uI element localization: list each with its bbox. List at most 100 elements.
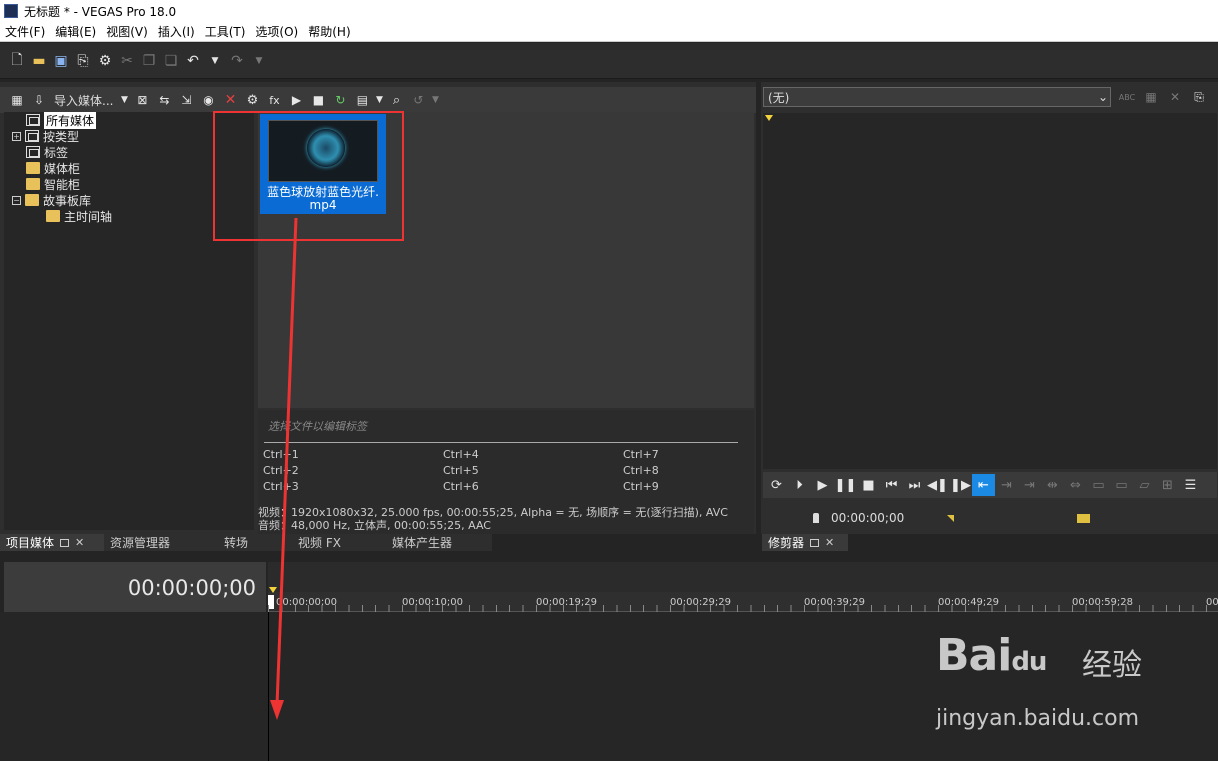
tab-project-media[interactable]: 项目媒体 ✕: [0, 534, 104, 551]
go-to-start-icon[interactable]: ⏮: [880, 474, 903, 496]
copy-icon[interactable]: ❐: [138, 50, 160, 72]
tab-trimmer[interactable]: 修剪器 ✕: [762, 534, 848, 551]
pause-icon[interactable]: ❚❚: [834, 474, 857, 496]
menu-file[interactable]: 文件(F): [0, 23, 50, 40]
tree-item-label: 主时间轴: [64, 209, 113, 224]
tab-explorer[interactable]: 资源管理器: [104, 534, 218, 551]
paste-icon[interactable]: ❏: [160, 50, 182, 72]
cut-icon[interactable]: ✂: [116, 50, 138, 72]
add-to-timeline-icon[interactable]: ⇥: [995, 474, 1018, 496]
folder-icon: [25, 194, 39, 206]
tree-item-smart-bin[interactable]: 智能柜: [26, 176, 80, 192]
tree-item-storyboard[interactable]: − 故事板库: [12, 192, 91, 208]
menu-view[interactable]: 视图(V): [101, 23, 153, 40]
add-before-icon[interactable]: ⇥: [1018, 474, 1041, 496]
get-media-icon[interactable]: ⇆: [153, 89, 175, 111]
import-dropdown-icon[interactable]: ▼: [117, 89, 131, 111]
close-icon[interactable]: ✕: [825, 536, 834, 549]
shortcut-label: Ctrl+3: [263, 480, 299, 493]
menu-options[interactable]: 选项(O): [250, 23, 303, 40]
menu-edit[interactable]: 编辑(E): [50, 23, 101, 40]
tab-media-generators[interactable]: 媒体产生器: [386, 534, 492, 551]
new-icon[interactable]: 🗋: [6, 50, 28, 72]
dock-icon[interactable]: ⎘: [1187, 87, 1211, 107]
folder-icon: [26, 178, 40, 190]
next-frame-icon[interactable]: ❚▶: [949, 474, 972, 496]
settings-icon[interactable]: ⚙: [94, 50, 116, 72]
menu-help[interactable]: 帮助(H): [303, 23, 355, 40]
tree-item-media-bin[interactable]: 媒体柜: [26, 160, 80, 176]
remove-icon[interactable]: ✕: [219, 89, 241, 111]
collapse-icon[interactable]: −: [12, 195, 21, 205]
web-icon[interactable]: ◉: [197, 89, 219, 111]
render-icon[interactable]: ⎘: [72, 50, 94, 72]
tree-item-by-type[interactable]: + 按类型: [12, 128, 79, 144]
media-stack-icon: [25, 130, 39, 142]
refresh-icon[interactable]: ↺: [407, 89, 429, 111]
loop-icon[interactable]: ⟳: [765, 474, 788, 496]
menu-tools[interactable]: 工具(T): [200, 23, 251, 40]
tab-video-fx[interactable]: 视频 FX: [292, 534, 386, 551]
tree-item-tags[interactable]: 标签: [26, 144, 68, 160]
stop-icon[interactable]: ■: [857, 474, 880, 496]
in-marker-icon[interactable]: [947, 514, 954, 522]
snapshot-icon[interactable]: ▭: [1087, 474, 1110, 496]
refresh-dropdown-icon[interactable]: ▼: [429, 89, 441, 111]
go-to-end-icon[interactable]: ⏭: [903, 474, 926, 496]
add-after-icon[interactable]: ⇹: [1041, 474, 1064, 496]
marker-icon: [269, 587, 277, 593]
trim-mode-icon[interactable]: ⇤: [972, 474, 995, 496]
play-icon[interactable]: ▶: [811, 474, 834, 496]
expand-icon[interactable]: +: [12, 131, 21, 141]
abc-icon[interactable]: ABC: [1115, 87, 1139, 107]
comment-icon[interactable]: ▱: [1133, 474, 1156, 496]
trimmer-preview[interactable]: [763, 113, 1217, 469]
out-marker-icon[interactable]: [1077, 513, 1090, 523]
clear-icon[interactable]: ✕: [1163, 87, 1187, 107]
folder-icon: [46, 210, 60, 222]
tree-item-label: 故事板库: [43, 193, 92, 208]
float-window-icon[interactable]: [810, 538, 820, 547]
undo-dropdown-icon[interactable]: ▼: [204, 50, 226, 72]
properties-icon[interactable]: ⚙: [241, 89, 263, 111]
ruler-ticks: [268, 605, 1218, 612]
tab-transitions[interactable]: 转场: [218, 534, 292, 551]
open-icon[interactable]: ▬: [28, 50, 50, 72]
media-view-icon[interactable]: ▦: [6, 89, 28, 111]
marker-bar[interactable]: [268, 562, 1218, 592]
views-dropdown-icon[interactable]: ▼: [373, 89, 385, 111]
tab-label: 项目媒体: [6, 536, 55, 550]
float-window-icon[interactable]: [60, 538, 70, 547]
search-icon[interactable]: ⌕: [385, 89, 407, 111]
import-media-button[interactable]: 导入媒体...: [50, 92, 117, 109]
play-from-start-icon[interactable]: ⏵: [788, 474, 811, 496]
fit-icon[interactable]: ⇔: [1064, 474, 1087, 496]
cursor-pin-icon: [813, 513, 819, 523]
import-media-icon[interactable]: ⇩: [28, 89, 50, 111]
fx-icon[interactable]: fx: [263, 89, 285, 111]
copy-snapshot-icon[interactable]: ▭: [1110, 474, 1133, 496]
views-icon[interactable]: ▤: [351, 89, 373, 111]
close-icon[interactable]: ✕: [75, 536, 84, 549]
menu-insert[interactable]: 插入(I): [153, 23, 200, 40]
timeline-ruler[interactable]: 00:00:00;00 00:00:10;00 00:00:19;29 00:0…: [268, 562, 1218, 612]
trimmer-media-select[interactable]: (无) ⌄: [763, 87, 1111, 107]
play-icon[interactable]: ▶: [285, 89, 307, 111]
trimmer-panel: (无) ⌄ ABC ▦ ✕ ⎘ ⟳ ⏵ ▶ ❚❚ ■ ⏮ ⏭ ◀❚ ❚▶ ⇤ ⇥…: [761, 82, 1218, 534]
undo-icon[interactable]: ↶: [182, 50, 204, 72]
auto-preview-icon[interactable]: ↻: [329, 89, 351, 111]
previous-frame-icon[interactable]: ◀❚: [926, 474, 949, 496]
redo-dropdown-icon[interactable]: ▼: [248, 50, 270, 72]
tree-item-label: 媒体柜: [44, 161, 81, 176]
redo-icon[interactable]: ↷: [226, 50, 248, 72]
stop-icon[interactable]: ■: [307, 89, 329, 111]
menu-icon[interactable]: ☰: [1179, 474, 1202, 496]
split-icon[interactable]: ⊞: [1156, 474, 1179, 496]
tab-label: 转场: [224, 536, 249, 550]
properties-icon[interactable]: ▦: [1139, 87, 1163, 107]
media-fx-icon[interactable]: ⇲: [175, 89, 197, 111]
tree-item-main-timeline[interactable]: 主时间轴: [46, 208, 112, 224]
save-icon[interactable]: ▣: [50, 50, 72, 72]
tree-item-all-media[interactable]: 所有媒体: [26, 111, 97, 129]
capture-icon[interactable]: ⊠: [131, 89, 153, 111]
